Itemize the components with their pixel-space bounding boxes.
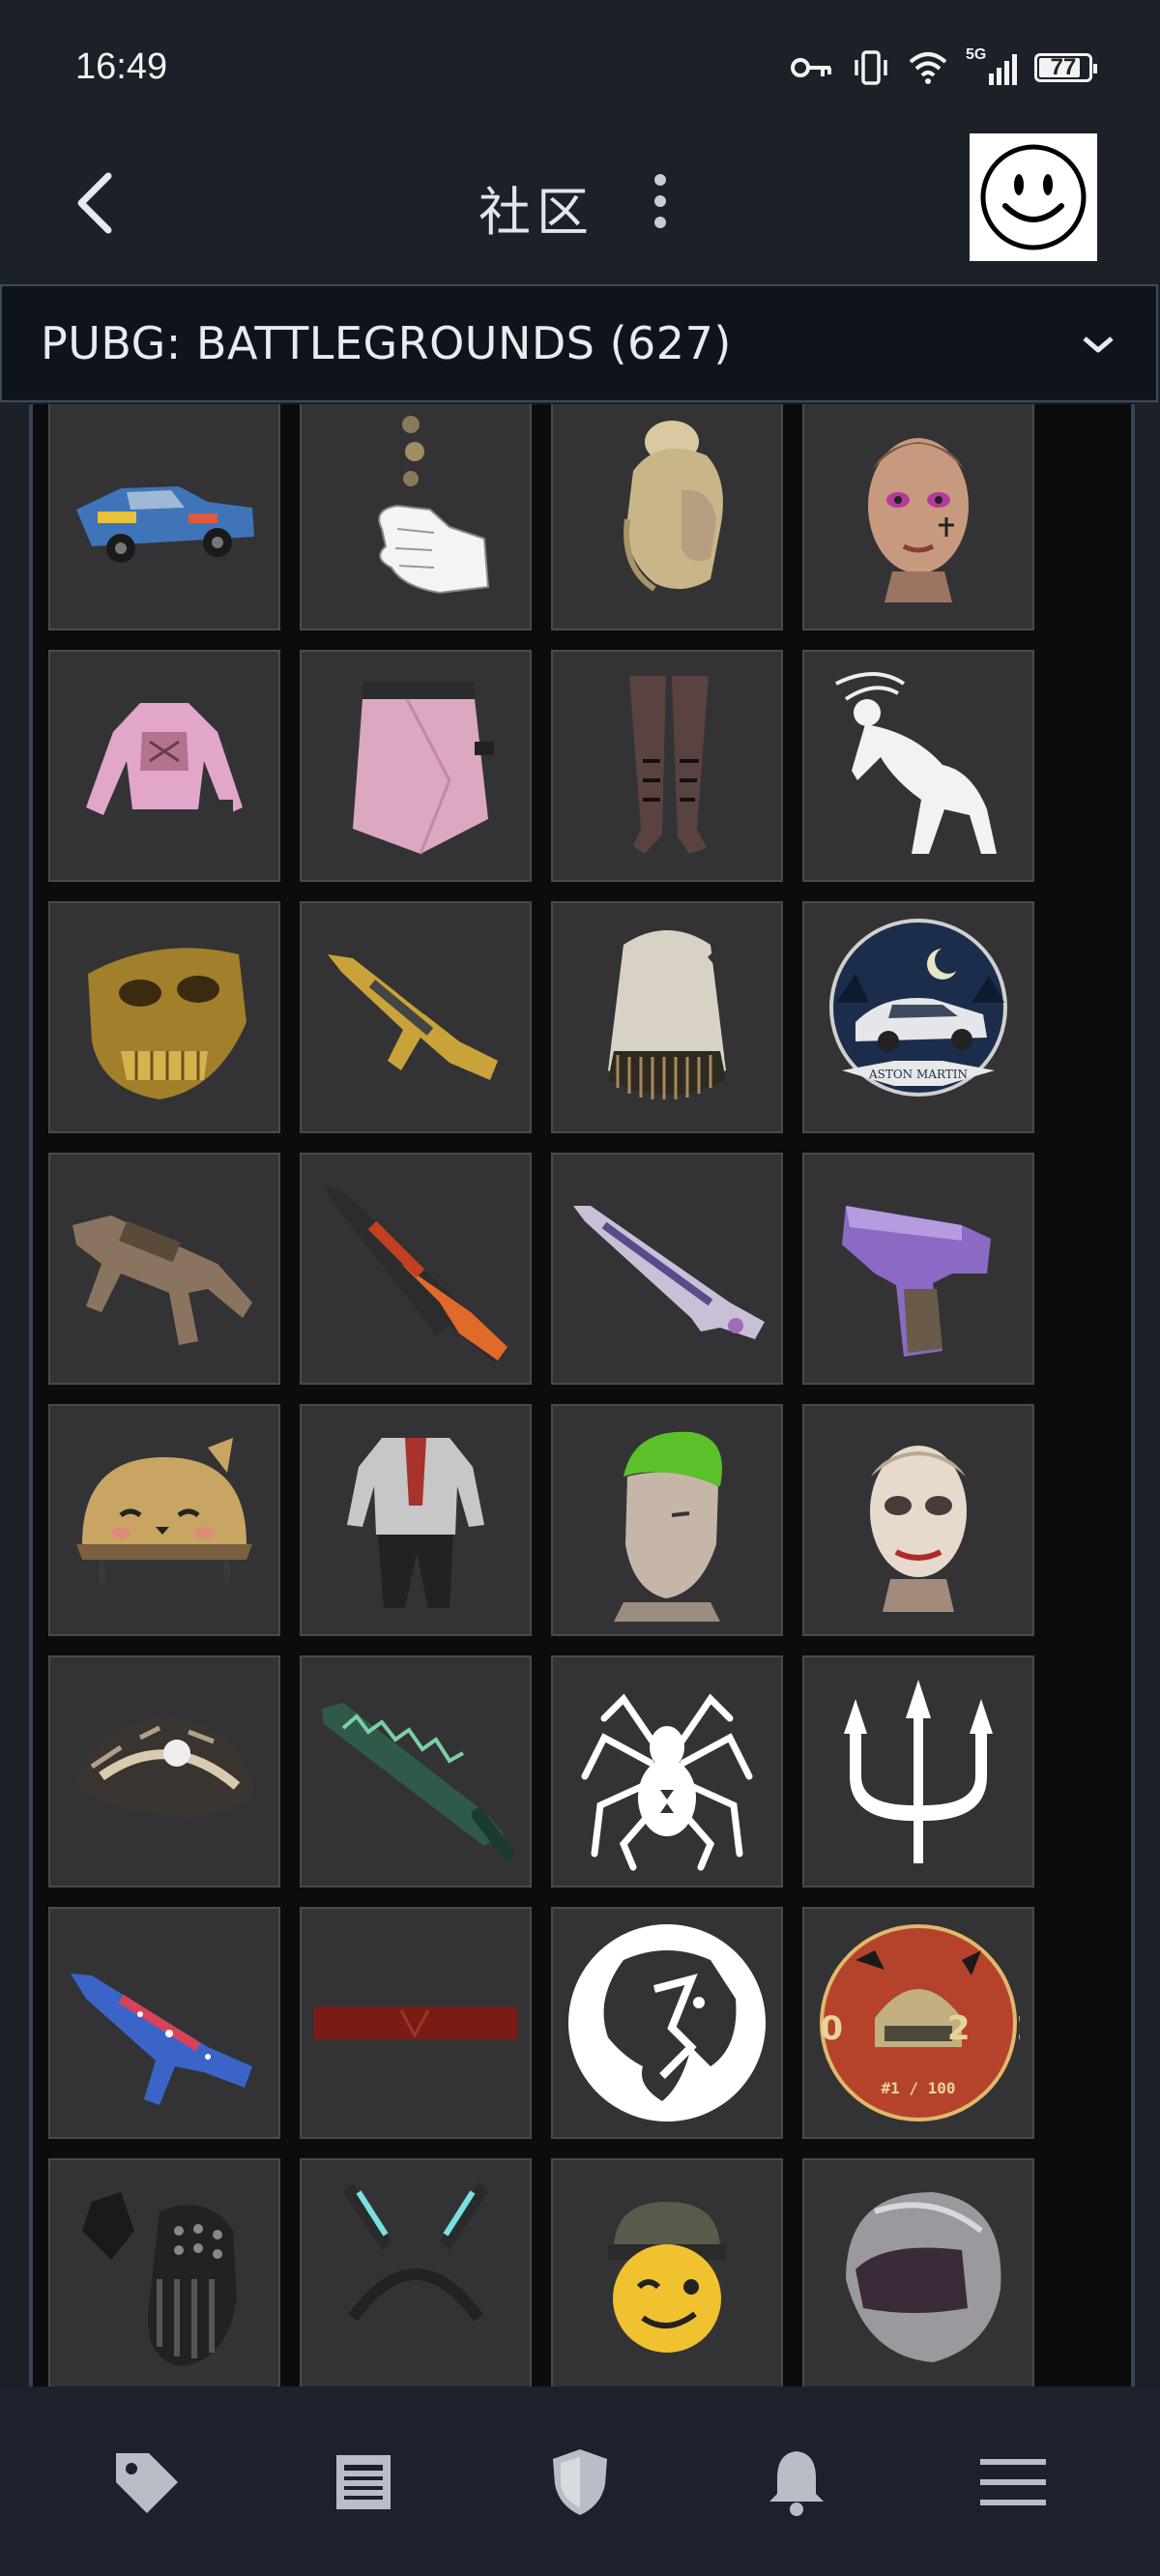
nav-store-button[interactable] (89, 2424, 205, 2540)
red-banner-icon (314, 2006, 517, 2039)
shield-icon (553, 2449, 607, 2515)
page-title: 社区 (478, 182, 594, 243)
inventory-item-lace-stockings[interactable] (551, 650, 783, 882)
inventory-item-smg[interactable] (48, 1153, 280, 1385)
aston-martin-emblem-icon: ASTON MARTIN (829, 919, 1007, 1097)
nav-guard-button[interactable] (522, 2424, 638, 2540)
crawling-figure-icon (835, 672, 997, 854)
game-select-value: PUBG: BATTLEGROUNDS (627) (41, 317, 732, 369)
coin-flip-hand-icon (378, 416, 490, 595)
pistol-icon (842, 1206, 991, 1357)
network-label: 5G (966, 46, 987, 63)
elephant-emblem-icon (568, 1924, 766, 2122)
pickup-truck-icon (76, 486, 254, 563)
emblem-year: 20 22 (817, 2009, 1020, 2048)
kebab-menu-icon (654, 174, 666, 228)
inventory-item-patterned-backpack[interactable] (551, 901, 783, 1133)
inventory-item-face-makeup[interactable] (802, 404, 1034, 630)
inventory-item-purple-pistol[interactable] (802, 1153, 1034, 1385)
smiley-avatar-icon (980, 144, 1087, 250)
gold-mask-icon (88, 948, 246, 1099)
gloves-icon (82, 2192, 237, 2366)
parachute-icon (72, 1718, 256, 1818)
vibrate-icon (855, 50, 887, 85)
inventory-item-aston-martin-emblem[interactable]: ASTON MARTIN (802, 901, 1034, 1133)
inventory-item-gold-rifle[interactable] (300, 901, 532, 1133)
key-icon (791, 58, 831, 77)
inventory-item-red-banner[interactable] (300, 1907, 532, 2139)
shotgun-icon (324, 1186, 508, 1362)
headband-icon (343, 2182, 488, 2322)
inventory-item-feathered-parachute[interactable] (48, 1655, 280, 1888)
inventory-item-shiba-helmet[interactable] (48, 1404, 280, 1636)
inventory-item-purple-sniper-rifle[interactable] (551, 1153, 783, 1385)
battery-icon: 77 (1034, 53, 1097, 82)
inventory-item-suit-outfit[interactable] (300, 1404, 532, 1636)
galaxy-rifle-icon (71, 1974, 252, 2105)
inventory-item-pink-crop-top[interactable] (48, 650, 280, 882)
inventory-item-blonde-hair[interactable] (551, 404, 783, 630)
smg-icon (72, 1215, 252, 1345)
inventory-item-green-machete[interactable] (300, 1655, 532, 1888)
avatar[interactable] (970, 133, 1097, 261)
nav-menu-button[interactable] (955, 2424, 1071, 2540)
sniper-rifle-icon (573, 1206, 765, 1339)
wifi-icon (909, 52, 947, 84)
battery-level: 77 (1050, 54, 1077, 80)
inventory-grid: ASTON MARTIN 0 2 #1 / 100 (48, 404, 1073, 2386)
inventory-item-gold-skull-mask[interactable] (48, 901, 280, 1133)
inventory-item-2022-chicken-emblem[interactable]: 20 22 #1 / 100 (802, 1907, 1034, 2139)
winking-emoji-icon (608, 2202, 726, 2353)
green-hair-head-icon (614, 1431, 722, 1622)
trident-emblem-icon (844, 1680, 993, 1863)
motorcycle-helmet-icon (846, 2192, 1001, 2362)
machete-icon (322, 1703, 514, 1860)
blonde-hair-head-icon (624, 421, 723, 592)
inventory-item-studded-gloves[interactable] (48, 2158, 280, 2386)
inventory-item-galaxy-rifle[interactable] (48, 1907, 280, 2139)
stockings-icon (629, 676, 709, 854)
inventory-item-winking-helmet-emoji[interactable] (551, 2158, 783, 2386)
makeup-face-icon (868, 438, 969, 602)
status-icons: 5G 77 (790, 46, 1097, 87)
inventory-item-blue-pickup-truck[interactable] (48, 404, 280, 630)
inventory-item-clown-face-paint[interactable] (802, 1404, 1034, 1636)
inventory-item-trident-emblem[interactable] (802, 1655, 1034, 1888)
inventory-item-coin-flip-emote[interactable] (300, 404, 532, 630)
hamburger-menu-icon (980, 2459, 1046, 2505)
nav-notifications-button[interactable] (739, 2424, 855, 2540)
bottom-navigation (0, 2388, 1160, 2576)
backpack-icon (608, 930, 738, 1099)
clown-face-icon (870, 1446, 967, 1612)
inventory-item-spider-emblem[interactable] (551, 1655, 783, 1888)
nav-news-button[interactable] (305, 2424, 421, 2540)
suit-icon (347, 1438, 484, 1608)
spider-emblem-icon (581, 1693, 753, 1871)
bell-icon (769, 2451, 824, 2516)
inventory-item-elephant-emblem[interactable] (551, 1907, 783, 2139)
aston-martin-label: ASTON MARTIN (868, 1068, 968, 1081)
pink-top-icon (86, 703, 243, 819)
inventory-panel: ASTON MARTIN 0 2 #1 / 100 (29, 404, 1135, 2386)
more-options-button[interactable] (642, 170, 679, 232)
chicken-2022-emblem-icon: 20 22 #1 / 100 (817, 1924, 1020, 2122)
emblem-rank: #1 / 100 (881, 2079, 955, 2097)
shiba-helmet-icon (76, 1438, 252, 1583)
news-icon (336, 2455, 391, 2509)
signal-icon: 5G (966, 46, 1017, 85)
inventory-item-green-hair[interactable] (551, 1404, 783, 1636)
app-header: 社区 (0, 126, 1160, 282)
inventory-item-bunny-ear-headband[interactable] (300, 2158, 532, 2386)
pink-skirt-icon (353, 682, 494, 855)
inventory-item-pink-skirt[interactable] (300, 650, 532, 882)
chevron-down-icon (1083, 337, 1114, 353)
inventory-item-orange-shotgun[interactable] (300, 1153, 532, 1385)
gold-rifle-icon (328, 954, 498, 1080)
status-bar: 16:49 5G 77 (0, 0, 1160, 126)
inventory-item-chrome-motorcycle-helmet[interactable] (802, 2158, 1034, 2386)
status-time: 16:49 (75, 46, 168, 87)
tag-icon (116, 2453, 178, 2513)
game-select-dropdown[interactable]: PUBG: BATTLEGROUNDS (627) (0, 284, 1158, 402)
inventory-item-crawling-emote[interactable] (802, 650, 1034, 882)
